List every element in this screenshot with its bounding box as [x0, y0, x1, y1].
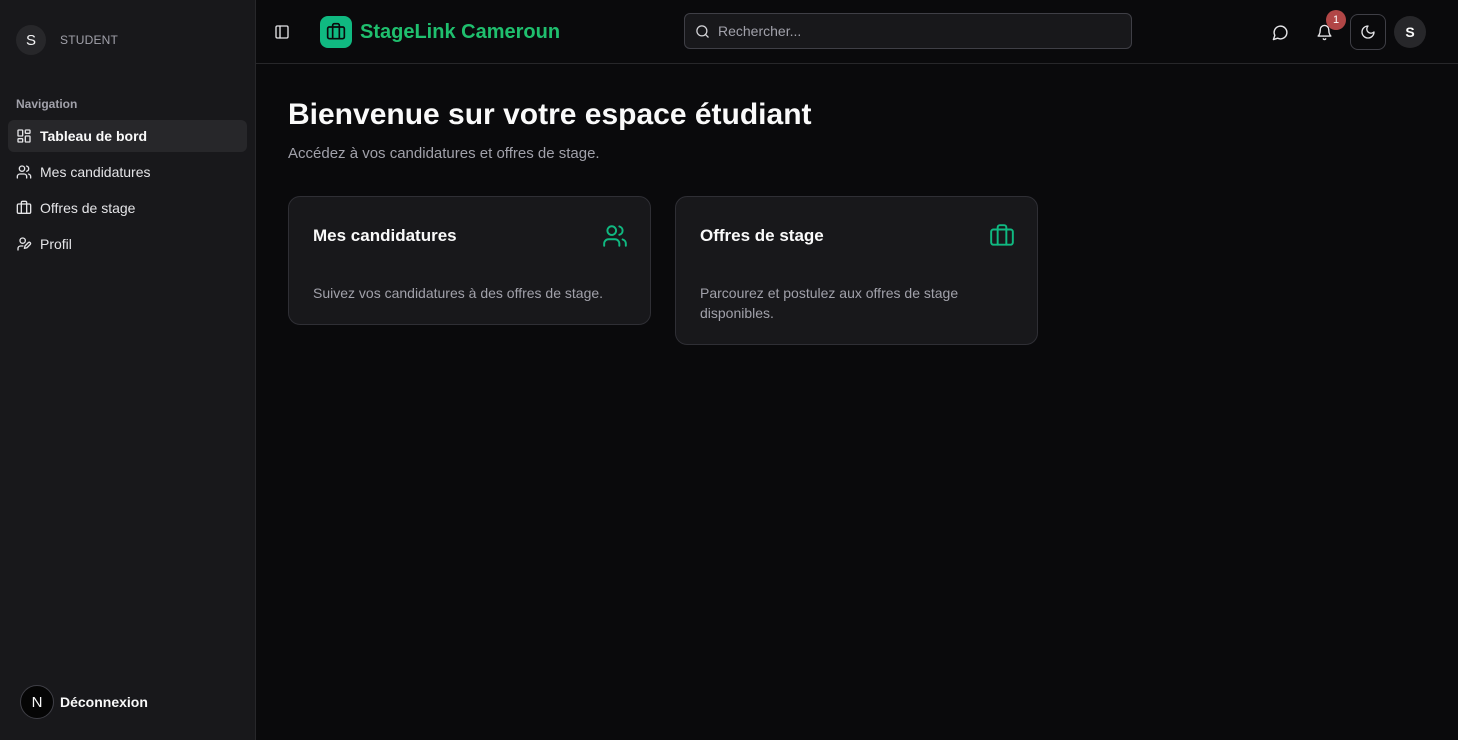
sidebar-user[interactable]: S STUDENT — [16, 25, 118, 55]
sidebar-item-label: Tableau de bord — [40, 128, 148, 144]
sidebar-item-label: Offres de stage — [40, 200, 136, 216]
app-root: S STUDENT Navigation Tableau de bord Mes… — [0, 0, 1458, 740]
sidebar-toggle-button[interactable] — [272, 20, 292, 44]
card-title: Mes candidatures — [313, 226, 457, 245]
message-circle-icon — [1272, 24, 1288, 40]
sidebar-item-applications[interactable]: Mes candidatures — [8, 156, 247, 188]
sidebar-item-label: Profil — [40, 236, 72, 252]
logout-button[interactable]: N Déconnexion — [20, 685, 148, 719]
header-avatar[interactable]: S — [1394, 16, 1426, 48]
sidebar-item-dashboard[interactable]: Tableau de bord — [8, 120, 247, 152]
users-icon — [16, 165, 32, 179]
briefcase-icon — [326, 22, 346, 40]
logout-label: Déconnexion — [60, 694, 148, 710]
main-content: StageLink Cameroun 1 — [256, 0, 1458, 740]
search-input[interactable] — [718, 23, 1118, 39]
card-description: Suivez vos candidatures à des offres de … — [313, 285, 604, 301]
card-applications[interactable]: Mes candidatures Suivez vos candidatures… — [288, 196, 651, 325]
notification-badge: 1 — [1326, 10, 1346, 30]
brand-logo — [320, 16, 352, 48]
search-icon — [696, 24, 709, 38]
dashboard-icon — [17, 129, 31, 143]
brand[interactable]: StageLink Cameroun — [320, 16, 560, 48]
brand-name: StageLink Cameroun — [360, 20, 561, 43]
sidebar-item-profile[interactable]: Profil — [8, 228, 247, 260]
sidebar-item-internships[interactable]: Offres de stage — [8, 192, 247, 224]
briefcase-icon — [16, 200, 32, 214]
briefcase-icon — [990, 224, 1014, 246]
sidebar-nav: Tableau de bord Mes candidatures Offres … — [8, 120, 247, 264]
messages-button[interactable] — [1268, 20, 1292, 44]
sidebar-item-label: Mes candidatures — [40, 164, 151, 180]
card-title: Offres de stage — [700, 226, 824, 245]
users-icon — [603, 225, 627, 247]
page-subtitle: Accédez à vos candidatures et offres de … — [288, 145, 600, 162]
moon-icon — [1361, 25, 1375, 39]
card-description: Parcourez et postulez aux offres de stag… — [700, 285, 959, 321]
nav-section-label: Navigation — [16, 97, 78, 111]
user-cog-icon — [17, 237, 32, 251]
panel-left-icon — [275, 25, 289, 39]
user-role: STUDENT — [60, 33, 119, 47]
theme-toggle-button[interactable] — [1350, 14, 1386, 50]
user-avatar[interactable]: S — [16, 25, 46, 55]
sidebar: S STUDENT Navigation Tableau de bord Mes… — [0, 0, 256, 740]
top-header: StageLink Cameroun 1 — [256, 0, 1458, 64]
logout-avatar: N — [20, 685, 54, 719]
card-internships[interactable]: Offres de stage Parcourez et postulez au… — [675, 196, 1038, 345]
search-box[interactable] — [684, 13, 1132, 49]
page-title: Bienvenue sur votre espace étudiant — [288, 98, 812, 131]
